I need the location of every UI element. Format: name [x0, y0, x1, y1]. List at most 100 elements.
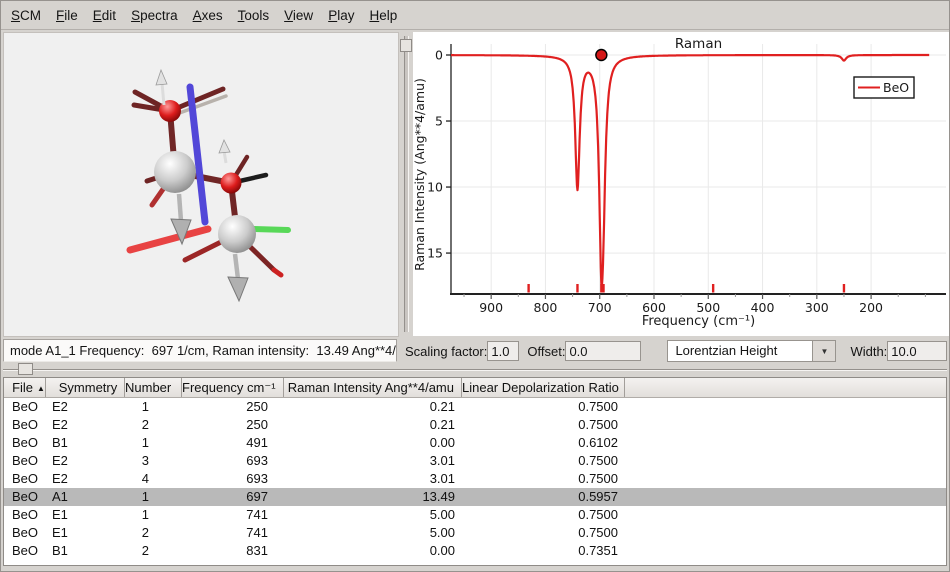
chevron-down-icon[interactable]: ▼ — [812, 341, 835, 361]
cell-filler — [625, 452, 946, 470]
cell: B1 — [46, 434, 125, 452]
cell: 3.01 — [284, 470, 462, 488]
column-header-raman-intensity-ang-4-amu[interactable]: Raman Intensity Ang**4/amu — [284, 378, 462, 397]
controls-row: mode A1_1 Frequency: 697 1/cm, Raman int… — [1, 338, 949, 364]
column-header-frequency-cm-[interactable]: Frequency cm⁻¹ — [182, 378, 284, 397]
menu-item-view[interactable]: View — [284, 8, 313, 23]
offset-label: Offset: — [527, 344, 565, 359]
frame-slider-track[interactable] — [3, 369, 947, 371]
table-row[interactable]: BeOE236933.010.7500 — [4, 452, 946, 470]
cell: 831 — [182, 542, 284, 560]
cell: BeO — [4, 524, 46, 542]
column-header-filler — [625, 378, 946, 397]
modes-table: File▲SymmetryNumberFrequency cm⁻¹Raman I… — [3, 377, 947, 566]
cell: E2 — [46, 416, 125, 434]
cell: 0.7500 — [462, 416, 625, 434]
cell: 0.5957 — [462, 488, 625, 506]
column-header-file[interactable]: File▲ — [4, 378, 46, 397]
cell: 3 — [125, 452, 182, 470]
menu-item-file[interactable]: File — [56, 8, 78, 23]
vertical-slider[interactable] — [404, 36, 409, 332]
molecule-3d-view[interactable] — [3, 32, 399, 337]
cell: 0.00 — [284, 434, 462, 452]
menu-item-edit[interactable]: Edit — [93, 8, 116, 23]
x-tick-label: 400 — [751, 300, 775, 315]
cell: 1 — [125, 506, 182, 524]
column-header-symmetry[interactable]: Symmetry — [46, 378, 125, 397]
table-header-row: File▲SymmetryNumberFrequency cm⁻¹Raman I… — [4, 378, 946, 398]
y-tick-label: 5 — [435, 114, 443, 129]
cell: 0.7500 — [462, 452, 625, 470]
cell: 1 — [125, 398, 182, 416]
cell: 0.7500 — [462, 470, 625, 488]
column-header-linear-depolarization-ratio[interactable]: Linear Depolarization Ratio — [462, 378, 625, 397]
y-tick-label: 15 — [427, 246, 443, 261]
cell: 693 — [182, 452, 284, 470]
cell: 1 — [125, 434, 182, 452]
offset-input[interactable] — [565, 341, 641, 361]
table-row[interactable]: BeOB128310.000.7351 — [4, 542, 946, 560]
table-row[interactable]: BeOA1169713.490.5957 — [4, 488, 946, 506]
lineshape-selected-value[interactable]: Lorentzian Height — [668, 341, 812, 361]
cell: 0.6102 — [462, 434, 625, 452]
vertical-slider-handle[interactable] — [400, 39, 412, 52]
cell: 1 — [125, 488, 182, 506]
chart-title: Raman — [675, 36, 722, 52]
cell: BeO — [4, 542, 46, 560]
x-tick-label: 800 — [534, 300, 558, 315]
lineshape-dropdown[interactable]: Lorentzian Height ▼ — [667, 340, 836, 362]
cell: E1 — [46, 524, 125, 542]
cell: 5.00 — [284, 524, 462, 542]
cell-filler — [625, 488, 946, 506]
column-header-number[interactable]: Number — [125, 378, 182, 397]
y-tick-label: 10 — [427, 180, 443, 195]
x-tick-label: 700 — [588, 300, 612, 315]
table-row[interactable]: BeOE222500.210.7500 — [4, 416, 946, 434]
x-axis-label: Frequency (cm⁻¹) — [642, 314, 755, 329]
cell: 250 — [182, 416, 284, 434]
cell-filler — [625, 470, 946, 488]
menu-item-help[interactable]: Help — [369, 8, 397, 23]
selected-mode-marker — [596, 50, 607, 61]
axis-sticks — [130, 87, 288, 250]
menu-item-axes[interactable]: Axes — [193, 8, 223, 23]
cell: 2 — [125, 524, 182, 542]
cell: BeO — [4, 452, 46, 470]
x-tick-label: 300 — [805, 300, 829, 315]
cell: BeO — [4, 434, 46, 452]
cell: 3.01 — [284, 452, 462, 470]
cell: 4 — [125, 470, 182, 488]
sort-ascending-icon: ▲ — [37, 384, 45, 393]
spectrum-panel: 051015900800700600500400300200RamanFrequ… — [399, 32, 949, 338]
x-tick-label: 200 — [859, 300, 883, 315]
cell: 741 — [182, 506, 284, 524]
table-row[interactable]: BeOE212500.210.7500 — [4, 398, 946, 416]
cell-filler — [625, 434, 946, 452]
raman-chart-svg: 051015900800700600500400300200RamanFrequ… — [413, 32, 949, 336]
table-row[interactable]: BeOE246933.010.7500 — [4, 470, 946, 488]
mode-status-text: mode A1_1 Frequency: 697 1/cm, Raman int… — [3, 339, 397, 362]
menu-item-scm[interactable]: SCM — [11, 8, 41, 23]
bond-sticks — [134, 89, 281, 275]
cell: 491 — [182, 434, 284, 452]
raman-spectrum-plot[interactable]: 051015900800700600500400300200RamanFrequ… — [413, 32, 949, 336]
peak-width-input[interactable] — [887, 341, 947, 361]
cell: 13.49 — [284, 488, 462, 506]
menu-item-spectra[interactable]: Spectra — [131, 8, 178, 23]
cell: A1 — [46, 488, 125, 506]
table-row[interactable]: BeOE127415.000.7500 — [4, 524, 946, 542]
cell: E2 — [46, 470, 125, 488]
table-row[interactable]: BeOB114910.000.6102 — [4, 434, 946, 452]
scaling-factor-input[interactable] — [487, 341, 519, 361]
y-axis-stick — [253, 229, 288, 230]
atom-be-2 — [218, 215, 256, 253]
atom-be-1 — [154, 151, 196, 193]
cell-filler — [625, 542, 946, 560]
menu-item-tools[interactable]: Tools — [238, 8, 270, 23]
frame-slider-handle[interactable] — [18, 363, 33, 375]
table-row[interactable]: BeOE117415.000.7500 — [4, 506, 946, 524]
cell: 2 — [125, 542, 182, 560]
cell: BeO — [4, 470, 46, 488]
x-tick-label: 900 — [479, 300, 503, 315]
menu-item-play[interactable]: Play — [328, 8, 354, 23]
